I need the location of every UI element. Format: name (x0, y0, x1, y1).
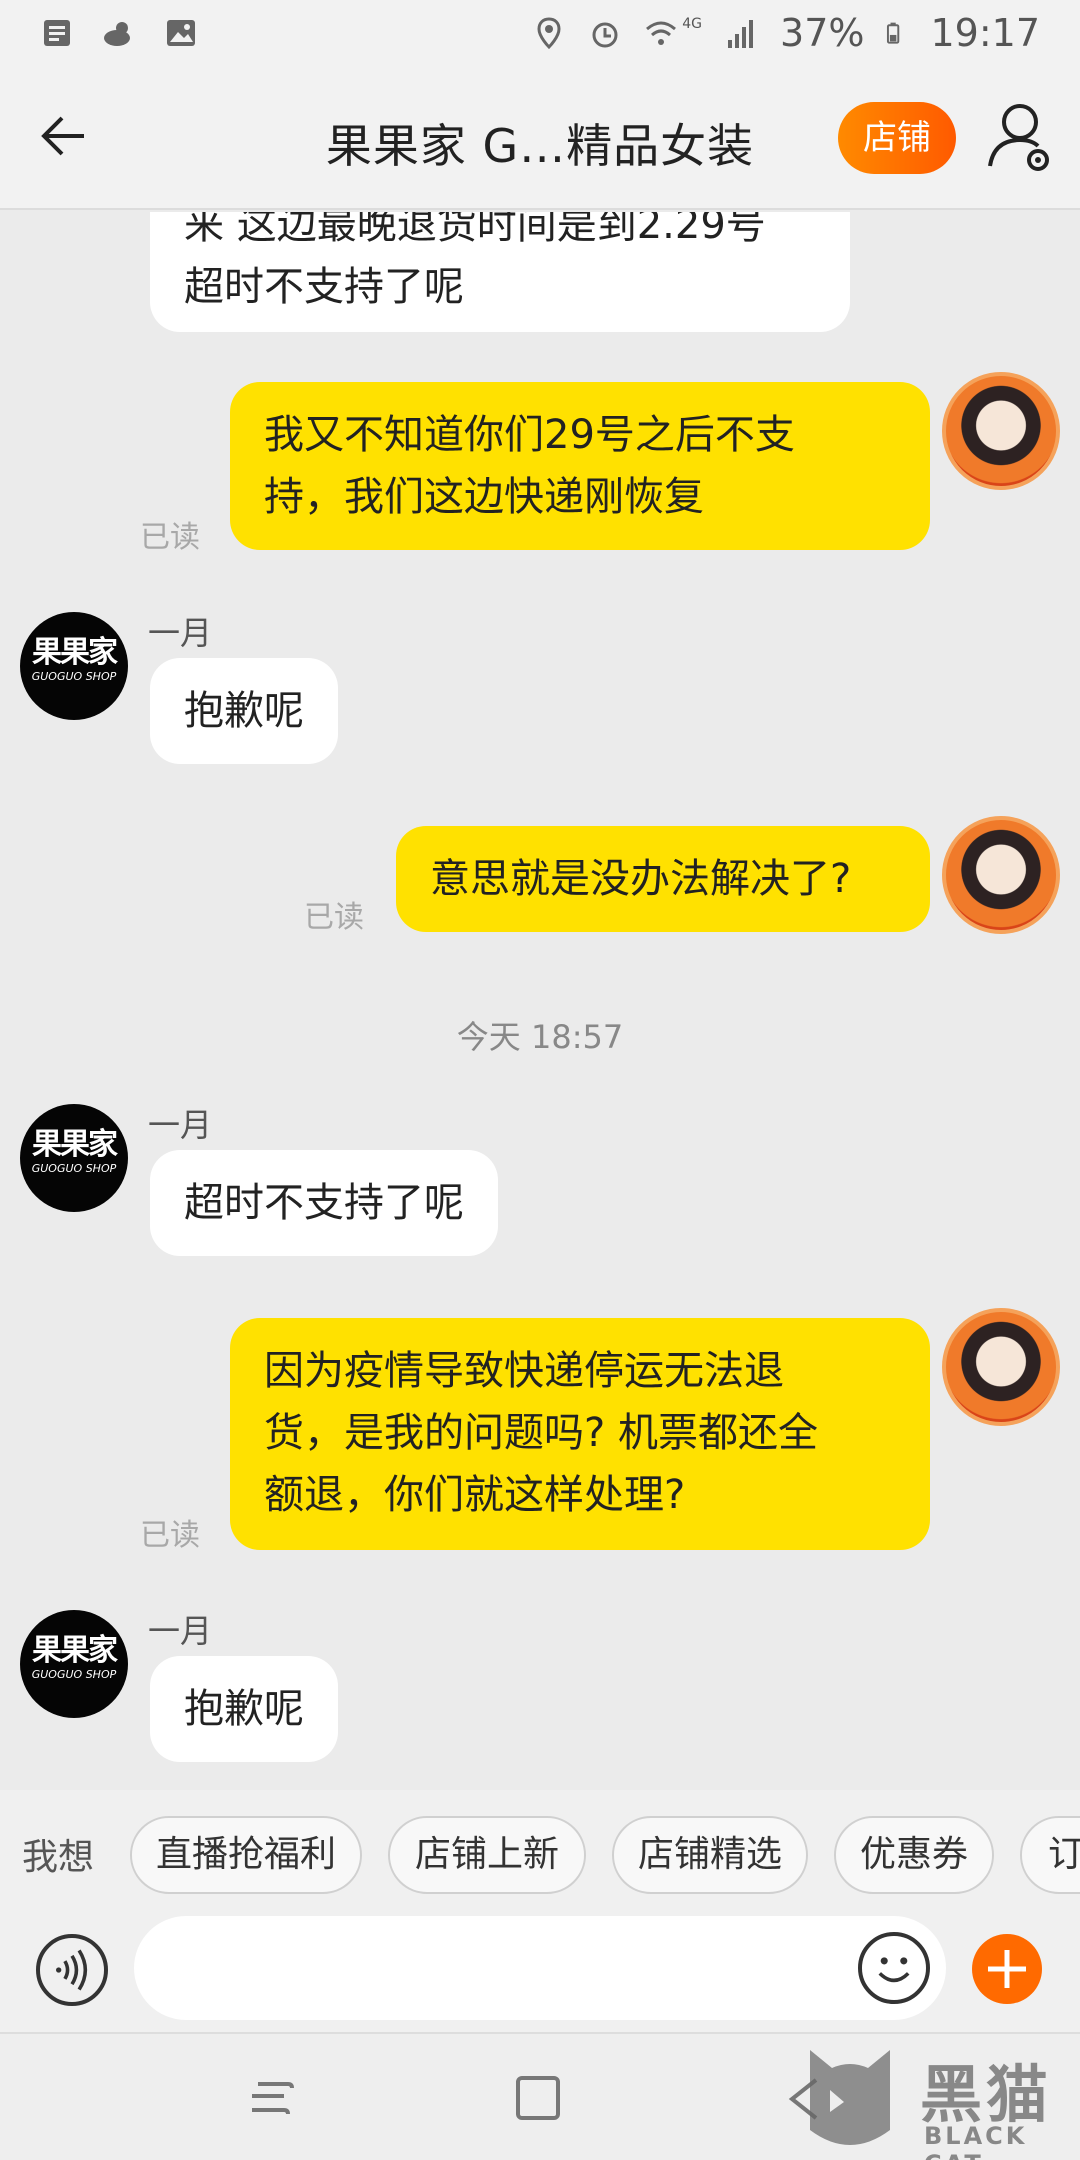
user-avatar[interactable] (942, 1308, 1060, 1426)
quick-chip-order[interactable]: 订 (1020, 1816, 1080, 1894)
watermark-sub: BLACK CAT (924, 2122, 1028, 2160)
battery-icon (887, 22, 900, 44)
read-receipt: 已读 (304, 900, 364, 935)
network-badge: 4G (682, 16, 703, 32)
user-settings-icon[interactable] (986, 100, 1056, 174)
quick-phrase-bar: 我想 直播抢福利 店铺上新 店铺精选 优惠券 订 (0, 1790, 1080, 1914)
alarm-icon (592, 22, 618, 48)
message-bubble-incoming: 抱歉呢 (150, 1656, 338, 1762)
read-receipt: 已读 (140, 1518, 200, 1553)
message-bubble-incoming: 抱歉呢 (150, 658, 338, 764)
location-icon (537, 17, 561, 50)
quick-chip-featured[interactable]: 店铺精选 (612, 1816, 808, 1894)
quick-phrase-label: 我想 (22, 1837, 95, 1878)
quick-chip-coupon[interactable]: 优惠券 (834, 1816, 994, 1894)
quick-chip-new[interactable]: 店铺上新 (388, 1816, 586, 1894)
notification-doc-icon (44, 20, 70, 46)
user-avatar[interactable] (942, 372, 1060, 490)
battery-percent: 37% (780, 11, 865, 55)
message-bubble-outgoing: 我又不知道你们29号之后不支 持，我们这边快递刚恢复 (230, 382, 930, 550)
shop-avatar[interactable]: 果果家 GUOGUO SHOP (20, 612, 128, 720)
plus-icon[interactable] (972, 1934, 1042, 2004)
user-avatar[interactable] (942, 816, 1060, 934)
gallery-icon (167, 20, 195, 46)
date-separator: 今天 18:57 (456, 1018, 624, 1056)
message-input[interactable] (134, 1916, 946, 2020)
recent-apps-icon[interactable] (244, 2074, 300, 2124)
read-receipt: 已读 (140, 520, 200, 555)
black-cat-logo-icon (810, 2050, 890, 2145)
home-icon[interactable] (512, 2074, 568, 2124)
sender-name: 一月 (148, 1106, 213, 1144)
sender-name: 一月 (148, 1612, 213, 1650)
shop-avatar[interactable]: 果果家 GUOGUO SHOP (20, 1104, 128, 1212)
signal-icon (728, 20, 754, 48)
weather-icon (104, 22, 130, 46)
shop-avatar[interactable]: 果果家 GUOGUO SHOP (20, 1610, 128, 1718)
status-bar: 4G 37% 19:17 (0, 0, 1080, 66)
shop-button[interactable]: 店铺 (838, 102, 956, 174)
watermark: 黑猫 BLACK CAT (790, 2040, 1080, 2160)
quick-chip-live[interactable]: 直播抢福利 (130, 1816, 362, 1894)
chat-message-list[interactable]: 来 这边最晚退货时间是到2.29号 超时不支持了呢 已读 我又不知道你们29号之… (0, 212, 1080, 1790)
emoji-icon[interactable] (858, 1932, 930, 2004)
voice-input-icon[interactable] (36, 1934, 108, 2006)
message-bubble-incoming: 超时不支持了呢 (150, 1150, 498, 1256)
watermark-text: 黑猫 (920, 2058, 1053, 2131)
message-input-row (0, 1914, 1080, 2032)
message-bubble-outgoing: 因为疫情导致快递停运无法退 货，是我的问题吗? 机票都还全 额退，你们就这样处理… (230, 1318, 930, 1550)
message-bubble-outgoing: 意思就是没办法解决了? (396, 826, 930, 932)
sender-name: 一月 (148, 614, 213, 652)
wifi-icon (646, 21, 677, 45)
message-bubble-incoming: 来 这边最晚退货时间是到2.29号 超时不支持了呢 (150, 212, 850, 332)
clock: 19:17 (930, 11, 1040, 55)
chat-header: 果果家 G…精品女装 店铺 (0, 66, 1080, 210)
